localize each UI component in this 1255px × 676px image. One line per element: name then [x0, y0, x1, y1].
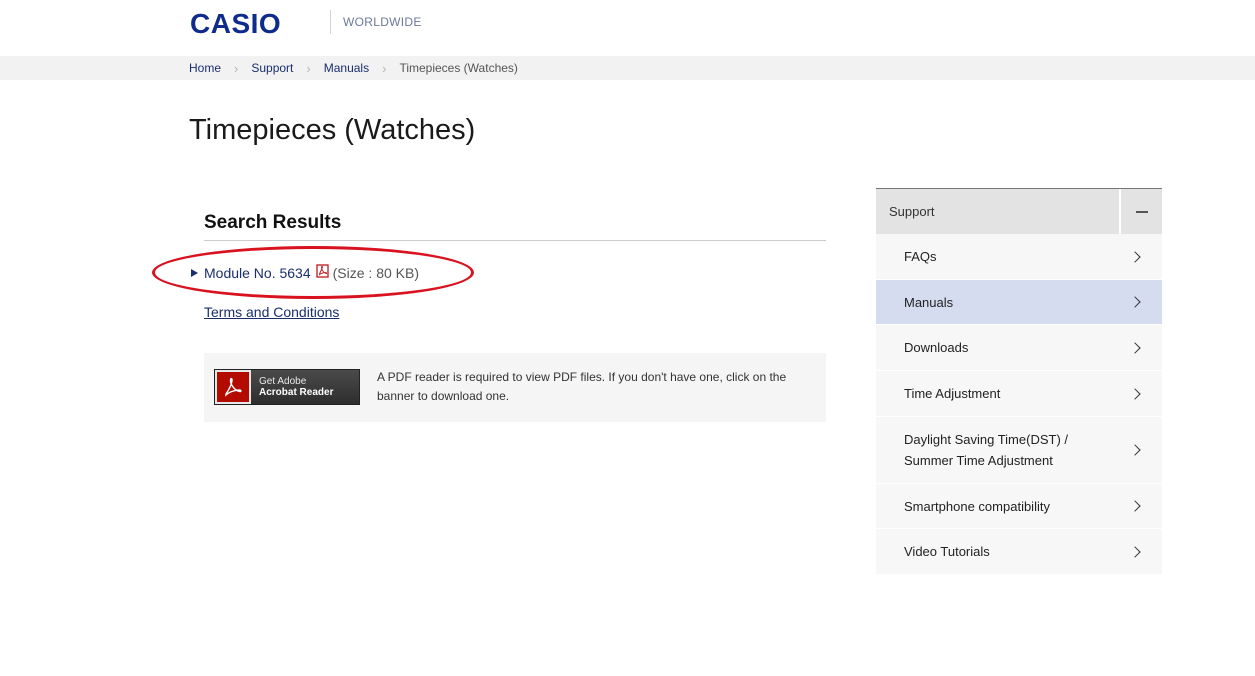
chevron-right-icon [1129, 387, 1141, 400]
breadcrumb-current: Timepieces (Watches) [399, 61, 518, 75]
region-label[interactable]: WORLDWIDE [343, 15, 422, 29]
chevron-right-icon [1129, 250, 1141, 263]
acrobat-icon [215, 370, 251, 404]
sidebar-item-label: Smartphone compatibility [904, 498, 1050, 514]
chevron-right-icon: › [234, 60, 239, 76]
sidebar-item-label-line-2: Summer Time Adjustment [904, 453, 1053, 468]
support-sidebar: Support FAQs Manuals Downloads Time Adju… [876, 188, 1162, 575]
chevron-right-icon [1129, 341, 1141, 354]
breadcrumb: Home › Support › Manuals › Timepieces (W… [189, 61, 518, 75]
chevron-right-icon [1129, 444, 1141, 456]
highlight-circle-annotation [152, 246, 474, 299]
casio-logo[interactable]: CASIO [190, 8, 281, 40]
sidebar-header: Support [876, 188, 1162, 234]
pdf-reader-note: A PDF reader is required to view PDF fil… [377, 370, 787, 403]
sidebar-item-time-adjustment[interactable]: Time Adjustment [876, 371, 1162, 417]
get-acrobat-reader-banner[interactable]: Get Adobe Acrobat Reader [214, 369, 360, 405]
sidebar-item-downloads[interactable]: Downloads [876, 325, 1162, 371]
sidebar-item-label: Video Tutorials [904, 544, 990, 559]
chevron-right-icon [1129, 545, 1141, 558]
sidebar-item-dst[interactable]: Daylight Saving Time(DST) / Summer Time … [876, 417, 1162, 484]
sidebar-item-label: Daylight Saving Time(DST) / Summer Time … [904, 429, 1068, 471]
divider [204, 240, 826, 241]
chevron-right-icon: › [382, 60, 387, 76]
sidebar-item-label: Manuals [904, 294, 954, 310]
minus-icon [1135, 210, 1148, 213]
sidebar-item-label: FAQs [904, 249, 937, 264]
logo-divider [330, 10, 331, 34]
page-title: Timepieces (Watches) [189, 114, 476, 146]
breadcrumb-manuals[interactable]: Manuals [324, 61, 369, 75]
breadcrumb-home[interactable]: Home [189, 61, 221, 75]
sidebar-item-label: Time Adjustment [904, 386, 1001, 401]
sidebar-item-label: Downloads [904, 340, 969, 355]
terms-and-conditions-link[interactable]: Terms and Conditions [204, 304, 339, 320]
sidebar-item-label-line-1: Daylight Saving Time(DST) / [904, 432, 1068, 447]
chevron-right-icon [1129, 296, 1141, 308]
breadcrumb-bar: Home › Support › Manuals › Timepieces (W… [0, 56, 1255, 80]
banner-line-1: Get Adobe [259, 376, 307, 387]
sidebar-item-faqs[interactable]: FAQs [876, 234, 1162, 280]
site-header: CASIO WORLDWIDE [0, 0, 1255, 56]
sidebar-item-smartphone[interactable]: Smartphone compatibility [876, 484, 1162, 529]
sidebar-item-manuals[interactable]: Manuals [876, 280, 1162, 325]
chevron-right-icon [1129, 500, 1141, 512]
sidebar-item-video-tutorials[interactable]: Video Tutorials [876, 529, 1162, 575]
acrobat-banner-text: Get Adobe Acrobat Reader [259, 376, 333, 398]
search-results-heading: Search Results [204, 212, 342, 233]
pdf-reader-notice: Get Adobe Acrobat Reader A PDF reader is… [204, 353, 826, 422]
breadcrumb-support[interactable]: Support [251, 61, 293, 75]
banner-line-2: Acrobat Reader [259, 387, 334, 398]
collapse-toggle-button[interactable] [1119, 189, 1162, 234]
chevron-right-icon: › [306, 60, 311, 76]
sidebar-title: Support [889, 204, 935, 219]
